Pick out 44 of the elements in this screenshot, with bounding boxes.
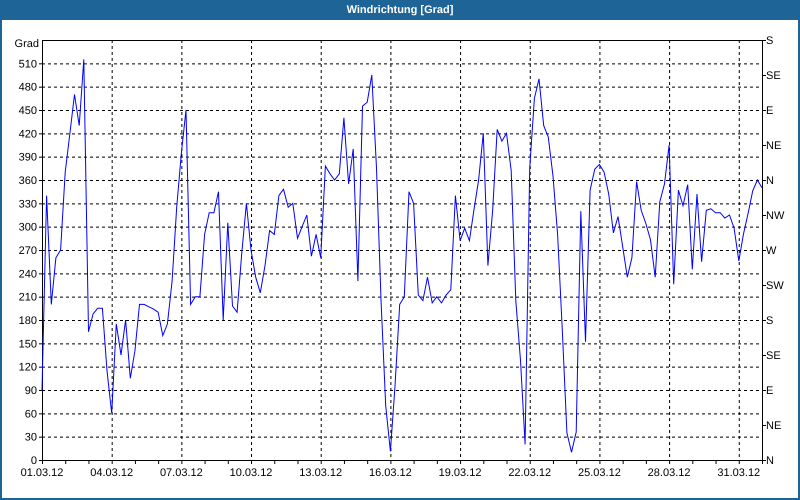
y-tick-label: 420 [18, 128, 37, 140]
y-tick-label: 240 [18, 268, 37, 280]
x-tick-label: 19.03.12 [438, 467, 482, 479]
x-tick-label: 13.03.12 [299, 467, 342, 479]
compass-direction-label: SW [766, 280, 784, 292]
x-tick-label: 01.03.12 [20, 467, 64, 479]
compass-direction-label: SE [766, 350, 781, 362]
window-title: Windrichtung [Grad] [346, 3, 454, 18]
x-tick-label: 22.03.12 [508, 467, 552, 479]
y-tick-label: 270 [18, 245, 37, 257]
compass-direction-label: E [766, 105, 774, 117]
y-tick-label: 120 [18, 362, 37, 374]
y-tick-label: 390 [18, 152, 37, 164]
x-tick-label: 04.03.12 [90, 467, 134, 479]
y-tick-label: 480 [18, 82, 37, 94]
compass-direction-label: SE [766, 70, 781, 82]
y-tick-label: 360 [18, 175, 37, 187]
compass-direction-label: E [766, 385, 774, 397]
y-tick-label: 450 [18, 105, 37, 117]
compass-direction-label: S [766, 35, 774, 47]
y-tick-label: 210 [18, 292, 37, 304]
y-tick-label: 330 [18, 198, 37, 210]
y-tick-label: 510 [18, 58, 37, 70]
compass-direction-label: W [766, 245, 776, 257]
x-tick-label: 10.03.12 [230, 467, 272, 479]
x-tick-label: 25.03.12 [578, 467, 621, 479]
x-tick-label: 31.03.12 [717, 467, 760, 479]
compass-direction-label: NE [766, 140, 782, 152]
y-tick-label: 90 [24, 385, 37, 397]
y-tick-label: 0 [30, 455, 37, 467]
y-axis-title: Grad [14, 38, 39, 50]
x-tick-label: 16.03.12 [368, 467, 412, 479]
compass-direction-label: N [766, 175, 774, 187]
x-tick-label: 07.03.12 [160, 467, 203, 479]
y-tick-label: 180 [18, 315, 37, 327]
compass-direction-label: S [766, 315, 774, 327]
y-tick-label: 300 [18, 222, 37, 234]
compass-direction-label: NE [766, 420, 782, 432]
compass-direction-label: NW [766, 210, 784, 222]
x-tick-label: 28.03.12 [648, 467, 690, 479]
y-tick-label: 30 [24, 432, 37, 444]
y-tick-label: 60 [24, 408, 37, 420]
y-tick-label: 150 [18, 338, 37, 350]
compass-direction-label: N [766, 455, 774, 467]
